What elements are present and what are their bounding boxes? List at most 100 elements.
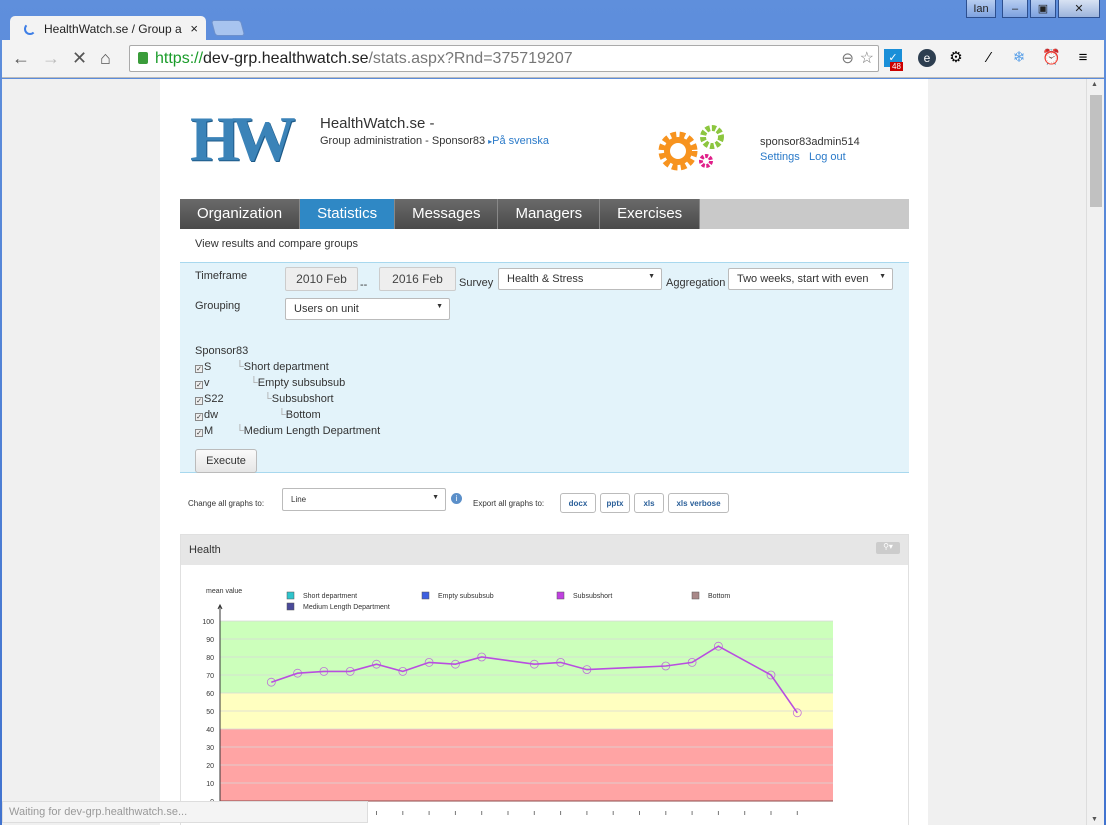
y-tick-label: 20: [206, 763, 214, 770]
settings-link[interactable]: Settings: [760, 151, 800, 163]
address-bar[interactable]: https://dev-grp.healthwatch.se/stats.asp…: [129, 45, 879, 72]
legend-label: Empty subsubsub: [438, 593, 494, 600]
unit-code: M: [204, 425, 214, 437]
chevron-down-icon: ▼: [648, 273, 655, 280]
unit-name: Short department: [243, 361, 329, 373]
unit-name: Subsubshort: [271, 393, 334, 405]
chevron-down-icon: ▼: [436, 303, 443, 310]
unit-tree: ✓ S └Short department ✓ v └Empty subsubsub ✓…: [195, 359, 380, 439]
main-menu: Organization Statistics Messages Manager…: [180, 199, 909, 229]
unit-checkbox[interactable]: ✓: [195, 381, 203, 389]
unit-row: ✓ S └Short department: [195, 361, 329, 373]
export-xls-verbose-button[interactable]: xls verbose: [668, 493, 729, 513]
site-title: HealthWatch.se -: [320, 115, 435, 132]
menu-organization[interactable]: Organization: [180, 199, 301, 229]
unit-checkbox[interactable]: ✓: [195, 397, 203, 405]
new-tab-button[interactable]: [210, 20, 246, 36]
health-graph-panel: Health ⚲▾ 0102030405060708090100mean val…: [180, 534, 909, 825]
unit-checkbox[interactable]: ✓: [195, 365, 203, 373]
info-icon[interactable]: i: [451, 493, 462, 504]
unit-code: S22: [204, 393, 224, 405]
y-tick-label: 50: [206, 709, 214, 716]
export-xls-button[interactable]: xls: [634, 493, 664, 513]
extension-badge: 48: [890, 62, 903, 71]
snowflake-extension-icon[interactable]: ❄: [1010, 49, 1028, 67]
close-tab-icon[interactable]: ×: [190, 21, 198, 36]
profile-button[interactable]: Ian: [966, 0, 996, 18]
unit-code: v: [204, 377, 210, 389]
export-graphs-label: Export all graphs to:: [473, 499, 545, 508]
export-pptx-button[interactable]: pptx: [600, 493, 630, 513]
legend-swatch: [556, 591, 565, 600]
change-graphs-label: Change all graphs to:: [188, 499, 265, 508]
legend-swatch: [421, 591, 430, 600]
unit-checkbox[interactable]: ✓: [195, 429, 203, 437]
graph-type-value: Line: [291, 495, 307, 504]
export-docx-button[interactable]: docx: [560, 493, 596, 513]
back-icon[interactable]: ←: [12, 48, 30, 69]
filter-panel: Timeframe 2010 Feb -- 2016 Feb Survey He…: [180, 262, 909, 473]
survey-select[interactable]: Health & Stress ▼: [498, 268, 662, 290]
menu-managers[interactable]: Managers: [498, 199, 601, 229]
zoom-icon[interactable]: ⊖: [841, 49, 854, 67]
bookmark-star-icon[interactable]: ☆: [860, 48, 874, 68]
close-window-button[interactable]: ✕: [1058, 0, 1100, 18]
alarm-clock-icon[interactable]: ⏰: [1042, 49, 1061, 67]
aggregation-label: Aggregation: [666, 277, 726, 289]
grouping-select[interactable]: Users on unit ▼: [285, 298, 450, 320]
y-tick-label: 70: [206, 673, 214, 680]
panel-header: Health ⚲▾: [181, 535, 908, 565]
y-tick-label: 40: [206, 727, 214, 734]
panel-options-icon[interactable]: ⚲▾: [876, 542, 900, 554]
legend-swatch: [286, 591, 295, 600]
minimize-button[interactable]: –: [1002, 0, 1028, 18]
home-icon[interactable]: ⌂: [100, 48, 111, 69]
healthwatch-logo[interactable]: HW: [190, 107, 296, 171]
unit-checkbox[interactable]: ✓: [195, 413, 203, 421]
legend-swatch: [286, 602, 295, 611]
timeframe-separator: --: [360, 279, 368, 291]
survey-label: Survey: [459, 277, 494, 289]
unit-row: ✓ v └Empty subsubsub: [195, 377, 346, 389]
browser-toolbar: ← → ✕ ⌂ https://dev-grp.healthwatch.se/s…: [2, 40, 1104, 78]
timeframe-to[interactable]: 2016 Feb: [379, 267, 456, 291]
subtitle: Group administration - Sponsor83 ▸På sve…: [320, 135, 550, 147]
username: sponsor83admin514: [760, 136, 860, 148]
lock-icon: [138, 52, 148, 64]
logout-link[interactable]: Log out: [809, 151, 846, 163]
menu-exercises[interactable]: Exercises: [600, 199, 701, 229]
y-axis-label: mean value: [206, 588, 242, 595]
forward-icon[interactable]: →: [42, 48, 60, 69]
timeframe-from[interactable]: 2010 Feb: [285, 267, 358, 291]
graph-type-select[interactable]: Line ▼: [282, 488, 446, 511]
eyedropper-icon[interactable]: ⁄: [980, 49, 998, 67]
e-extension-icon[interactable]: e: [918, 49, 936, 67]
legend-label: Short department: [303, 593, 357, 600]
chevron-down-icon: ▼: [879, 273, 886, 280]
stop-icon[interactable]: ✕: [72, 48, 87, 69]
browser-tab[interactable]: HealthWatch.se / Group a ×: [10, 16, 206, 42]
chevron-down-icon: ▼: [432, 494, 439, 501]
execute-button[interactable]: Execute: [195, 449, 257, 473]
menu-messages[interactable]: Messages: [395, 199, 499, 229]
vertical-scrollbar[interactable]: ▲ ▼: [1086, 79, 1104, 825]
menu-statistics[interactable]: Statistics: [300, 199, 396, 229]
unit-row: ✓ M └Medium Length Department: [195, 425, 381, 437]
grouping-label: Grouping: [195, 300, 241, 312]
scrollbar-thumb[interactable]: [1090, 95, 1102, 207]
legend-label: Subsubshort: [573, 593, 612, 600]
aggregation-select[interactable]: Two weeks, start with even ▼: [728, 268, 893, 290]
swedish-language-link[interactable]: På svenska: [492, 135, 549, 147]
unit-name: Bottom: [285, 409, 321, 421]
page-intro: View results and compare groups: [195, 238, 359, 250]
gear-extension-icon[interactable]: ⚙: [947, 49, 965, 67]
legend-label: Medium Length Department: [303, 604, 390, 611]
maximize-button[interactable]: ▣: [1030, 0, 1056, 18]
unit-name: Empty subsubsub: [257, 377, 346, 389]
tab-title: HealthWatch.se / Group a: [44, 22, 182, 36]
page-viewport: HW HealthWatch.se - Group administration…: [2, 79, 1104, 825]
y-tick-label: 30: [206, 745, 214, 752]
menu-icon[interactable]: ≡: [1074, 49, 1092, 67]
status-bar: Waiting for dev-grp.healthwatch.se...: [2, 801, 368, 823]
aggregation-value: Two weeks, start with even: [737, 273, 869, 285]
